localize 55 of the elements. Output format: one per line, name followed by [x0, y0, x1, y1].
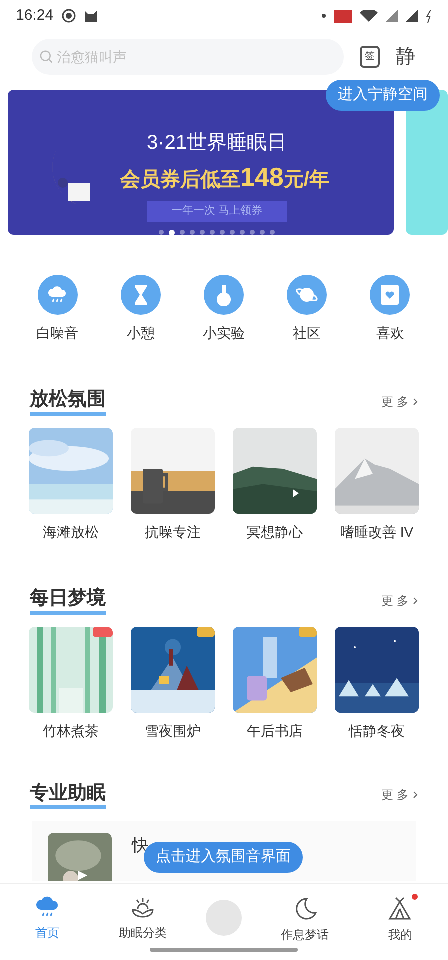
scene-card[interactable]: 抗噪专注 [131, 428, 215, 543]
shortcut-button[interactable]: 社区 [275, 275, 340, 344]
scene-title: 抗噪专注 [145, 522, 201, 542]
shortcut-button[interactable]: 喜欢 [358, 275, 422, 344]
search-icon [40, 50, 54, 64]
sign-in-button[interactable]: 签 [360, 46, 380, 68]
banner-offer: 会员券后低至148元/年 [120, 161, 330, 194]
section-title: 专业助眠 [30, 782, 106, 810]
search-input[interactable]: 治愈猫叫声 [57, 46, 336, 68]
chevron-right-icon [413, 791, 418, 800]
scene-title: 海滩放松 [43, 522, 99, 542]
scene-title: 冥想静心 [247, 522, 303, 542]
scene-title: 午后书店 [247, 722, 303, 740]
shortcut-button[interactable]: 小憩 [108, 275, 173, 344]
scene-card[interactable]: 嗜睡改善 IV [335, 428, 419, 543]
tent-icon [387, 896, 414, 922]
section-title: 放松氛围 [30, 388, 106, 416]
cat-icon [84, 9, 98, 23]
nav-tab[interactable]: 作息梦话 [273, 896, 338, 960]
lotus-icon [130, 896, 156, 920]
section-title: 每日梦境 [30, 586, 106, 614]
signal-icon [386, 10, 398, 22]
cloud-rain-icon [46, 285, 69, 305]
cast-icon [334, 10, 352, 22]
scene-card[interactable]: 恬静冬夜 [335, 626, 419, 742]
nav-tab[interactable]: 我的 [368, 896, 432, 960]
signal-icon [406, 10, 418, 22]
dot-icon [322, 14, 326, 18]
more-link[interactable]: 更 多 [382, 392, 418, 411]
quiet-button[interactable]: 静 [396, 47, 416, 67]
scene-card[interactable]: 竹林煮茶 [29, 626, 113, 742]
search-field[interactable]: 治愈猫叫声 [32, 39, 344, 75]
scene-title: 竹林煮茶 [43, 722, 99, 740]
wifi-icon [360, 10, 378, 22]
scene-card[interactable]: 海滩放松 [29, 428, 113, 543]
record-icon [62, 9, 76, 23]
scene-card[interactable]: 冥想静心 [233, 428, 317, 543]
chevron-right-icon [413, 596, 418, 605]
shortcut-button[interactable]: 小实验 [192, 275, 256, 344]
banner-title: 3·21世界睡眠日 [146, 131, 288, 156]
hourglass-icon [132, 284, 149, 306]
more-link[interactable]: 更 多 [382, 592, 418, 610]
scene-title: 嗜睡改善 IV [340, 522, 414, 542]
charging-icon [426, 10, 432, 22]
scene-card[interactable]: 雪夜围炉 [131, 626, 215, 742]
heart-card-icon [380, 284, 400, 306]
shortcut-button[interactable]: 白噪音 [26, 275, 90, 344]
status-time: 16:24 [16, 6, 54, 26]
nav-tab[interactable]: 助眠分类 [110, 896, 175, 960]
player-button[interactable] [206, 900, 242, 936]
more-link[interactable]: 更 多 [382, 786, 418, 804]
scene-title: 恬静冬夜 [349, 722, 405, 740]
scene-card[interactable]: 午后书店 [233, 626, 317, 742]
chevron-right-icon [413, 398, 418, 406]
scene-title: 雪夜围炉 [145, 722, 201, 740]
